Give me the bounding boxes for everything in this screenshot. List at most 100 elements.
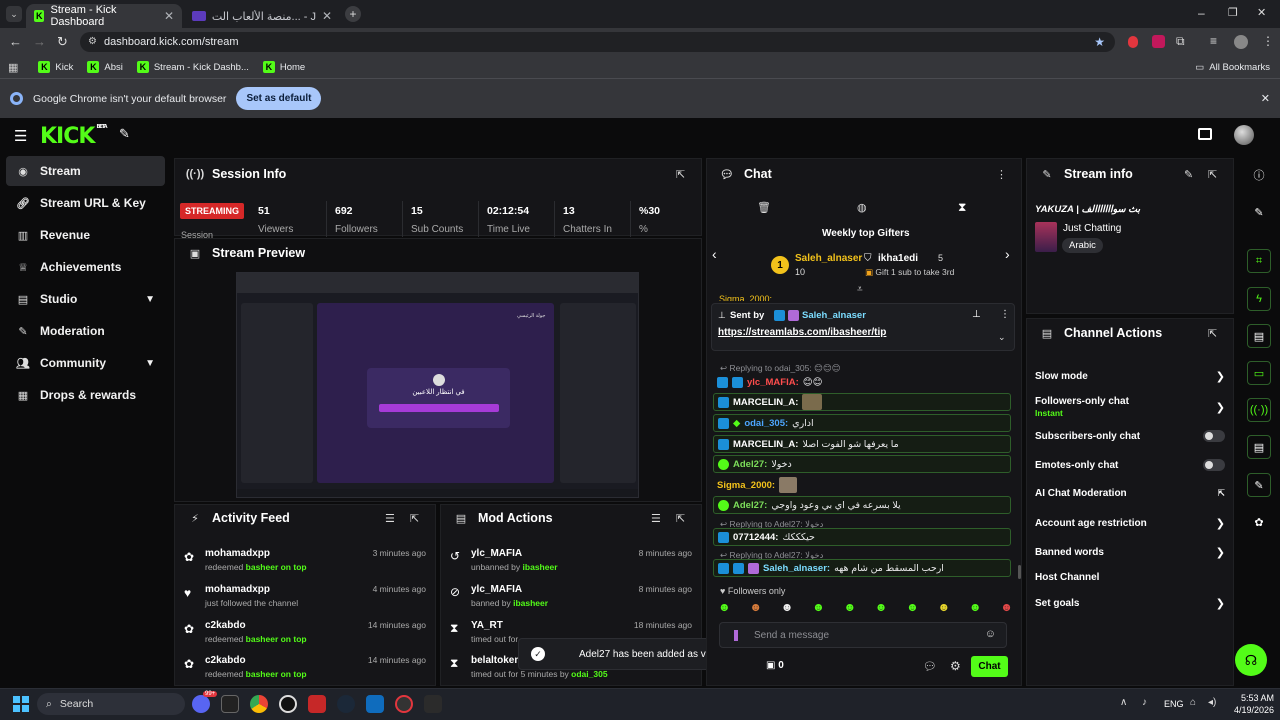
taskbar-clock[interactable]: 5:53 AM 4/19/2026 [1224, 692, 1274, 716]
profile-avatar[interactable] [1234, 35, 1248, 49]
unpin-icon[interactable]: ⊥ [972, 309, 981, 320]
chat-scrollbar[interactable] [1018, 565, 1021, 579]
close-tab-icon[interactable]: ✕ [164, 9, 174, 23]
tab-jawlah[interactable]: منصة الألعاب الت... - Jawlah | جولة ✕ [184, 4, 340, 28]
bookmark-home[interactable]: K Home [262, 61, 305, 73]
edit-pencil-icon[interactable]: ✎ [1184, 168, 1193, 181]
chat-username[interactable]: Adel27: [733, 459, 767, 470]
rail-community-icon[interactable]: ✿ [1247, 510, 1271, 534]
action-account-age[interactable]: Account age restriction ❯ [1035, 517, 1225, 530]
pinned-user[interactable]: Saleh_alnaser [802, 310, 866, 321]
rail-wrench-icon[interactable]: ✎ [1247, 473, 1271, 497]
close-infobar-icon[interactable]: ✕ [1261, 92, 1270, 105]
sidebar-item-stream[interactable]: ◉ Stream [6, 156, 165, 186]
emote-icon[interactable]: ☻ [969, 600, 982, 616]
store-icon[interactable] [366, 695, 384, 713]
subscribers-only-toggle[interactable] [1203, 430, 1225, 442]
steam-icon[interactable] [337, 695, 355, 713]
pencil-icon[interactable]: ✎ [1247, 200, 1271, 224]
sidebar-item-drops-rewards[interactable]: ▦ Drops & rewards [6, 380, 165, 410]
emotes-only-toggle[interactable] [1203, 459, 1225, 471]
rail-clipboard-icon[interactable]: ▤ [1247, 324, 1271, 348]
action-followers-only[interactable]: Followers-only chat Instant ❯ [1035, 396, 1225, 418]
chat-username[interactable]: Adel27: [733, 500, 767, 511]
discord-icon[interactable] [192, 695, 210, 713]
pinned-link[interactable]: https://streamlabs.com/ibasheer/tip [718, 327, 886, 338]
chat-username[interactable]: ylc_MAFIA: [747, 377, 799, 388]
microphone-icon[interactable]: ♪ [1142, 697, 1147, 708]
forward-icon[interactable]: → [33, 34, 46, 49]
bookmark-absi[interactable]: K Absi [87, 61, 123, 73]
emote-icon[interactable]: ☻ [812, 600, 825, 616]
chat-username[interactable]: odai_305: [744, 418, 788, 429]
activity-user[interactable]: c2kabdo [205, 620, 246, 631]
send-chat-button[interactable]: Chat [971, 656, 1008, 677]
sidebar-item-achievements[interactable]: ♕ Achievements [6, 252, 165, 282]
address-bar[interactable]: ⚙ dashboard.kick.com/stream ★ [80, 32, 1115, 52]
app-icon[interactable] [424, 695, 442, 713]
chrome-icon[interactable] [250, 695, 268, 713]
windows-start-icon[interactable] [13, 696, 29, 712]
stream-category[interactable]: Just Chatting [1063, 223, 1121, 234]
settings-gear-icon[interactable]: ⚙ [950, 659, 961, 673]
emote-icon[interactable]: ☻ [906, 600, 919, 616]
rail-bolt-icon[interactable]: ϟ [1247, 287, 1271, 311]
expand-chevron-icon[interactable]: ⌄ [998, 332, 1006, 343]
action-subscribers-only[interactable]: Subscribers-only chat [1035, 430, 1225, 442]
apps-grid-icon[interactable]: ▦ [8, 61, 18, 74]
hourglass-tab-icon[interactable]: ⧗ [958, 200, 966, 215]
mod-user[interactable]: YA_RT [471, 620, 503, 631]
popout-icon[interactable]: ⇱ [676, 168, 685, 181]
chat-username[interactable]: MARCELIN_A: [733, 439, 798, 450]
filter-icon[interactable]: ☰ [385, 512, 395, 525]
support-headset-button[interactable]: ☊ [1235, 644, 1267, 676]
netflix-app-icon[interactable] [308, 695, 326, 713]
emote-icon[interactable]: ☻ [1000, 600, 1013, 616]
stream-preview-video[interactable]: في انتظار اللاعبين جولة الرئيسي [236, 272, 639, 498]
extensions-puzzle-icon[interactable]: ⧉ [1176, 34, 1185, 49]
user-avatar[interactable] [1234, 125, 1254, 145]
action-set-goals[interactable]: Set goals ❯ [1035, 597, 1225, 610]
network-icon[interactable]: ⌂ [1190, 697, 1196, 708]
sidebar-item-revenue[interactable]: ▥ Revenue [6, 220, 165, 250]
close-window-icon[interactable]: ✕ [1257, 6, 1266, 19]
all-bookmarks[interactable]: ▭ All Bookmarks [1195, 62, 1270, 73]
reload-icon[interactable]: ↻ [57, 34, 68, 50]
popout-icon[interactable]: ⇱ [410, 512, 419, 525]
activity-user[interactable]: mohamadxpp [205, 584, 270, 595]
new-tab-button[interactable]: + [345, 6, 361, 22]
maximize-window-icon[interactable]: ❐ [1228, 6, 1238, 19]
tab-strip-icon[interactable]: ≡ [1210, 34, 1217, 48]
hamburger-menu-icon[interactable]: ☰ [14, 127, 27, 145]
chat-username[interactable]: 07712444: [733, 532, 778, 543]
mod-user[interactable]: belaltoken [471, 655, 520, 666]
popout-icon[interactable]: ⇱ [676, 512, 685, 525]
rail-list-icon[interactable]: ▤ [1247, 435, 1271, 459]
channel-points[interactable]: ▣ 0 [766, 660, 784, 671]
bookmark-kick[interactable]: K Kick [38, 61, 73, 73]
pin-tool-icon[interactable]: ✎ [119, 126, 130, 142]
chat-bubble-settings-icon[interactable]: 💬︎ [923, 660, 937, 673]
chat-menu-icon[interactable]: ⋮ [996, 168, 1007, 181]
activity-user[interactable]: mohamadxpp [205, 548, 270, 559]
mod-user[interactable]: ylc_MAFIA [471, 548, 522, 559]
close-tab-icon[interactable]: ✕ [322, 9, 332, 23]
minimize-window-icon[interactable]: – [1198, 6, 1205, 20]
chat-username[interactable]: Saleh_alnaser: [763, 563, 830, 574]
rail-chat-icon[interactable]: ▭ [1247, 361, 1271, 385]
gifters-next-icon[interactable]: › [1005, 246, 1010, 262]
set-default-button[interactable]: Set as default [236, 87, 322, 110]
action-host-channel[interactable]: Host Channel [1035, 572, 1225, 583]
emoji-picker-icon[interactable]: ☺ [985, 628, 996, 640]
extension-pink-icon[interactable] [1152, 35, 1165, 48]
chat-username[interactable]: MARCELIN_A: [733, 397, 798, 408]
chat-tab-icon[interactable]: ◍ [857, 201, 867, 214]
obs-icon[interactable] [279, 695, 297, 713]
activity-user[interactable]: c2kabdo [205, 655, 246, 666]
emote-icon[interactable]: ☻ [938, 600, 951, 616]
language-indicator[interactable]: ENG [1164, 699, 1184, 709]
emote-icon[interactable]: ☻ [749, 600, 762, 616]
emote-icon[interactable]: ☻ [843, 600, 856, 616]
browser-menu-icon[interactable]: ⋮ [1262, 34, 1274, 48]
sidebar-item-community[interactable]: 👥︎ Community ▼ [6, 348, 165, 378]
